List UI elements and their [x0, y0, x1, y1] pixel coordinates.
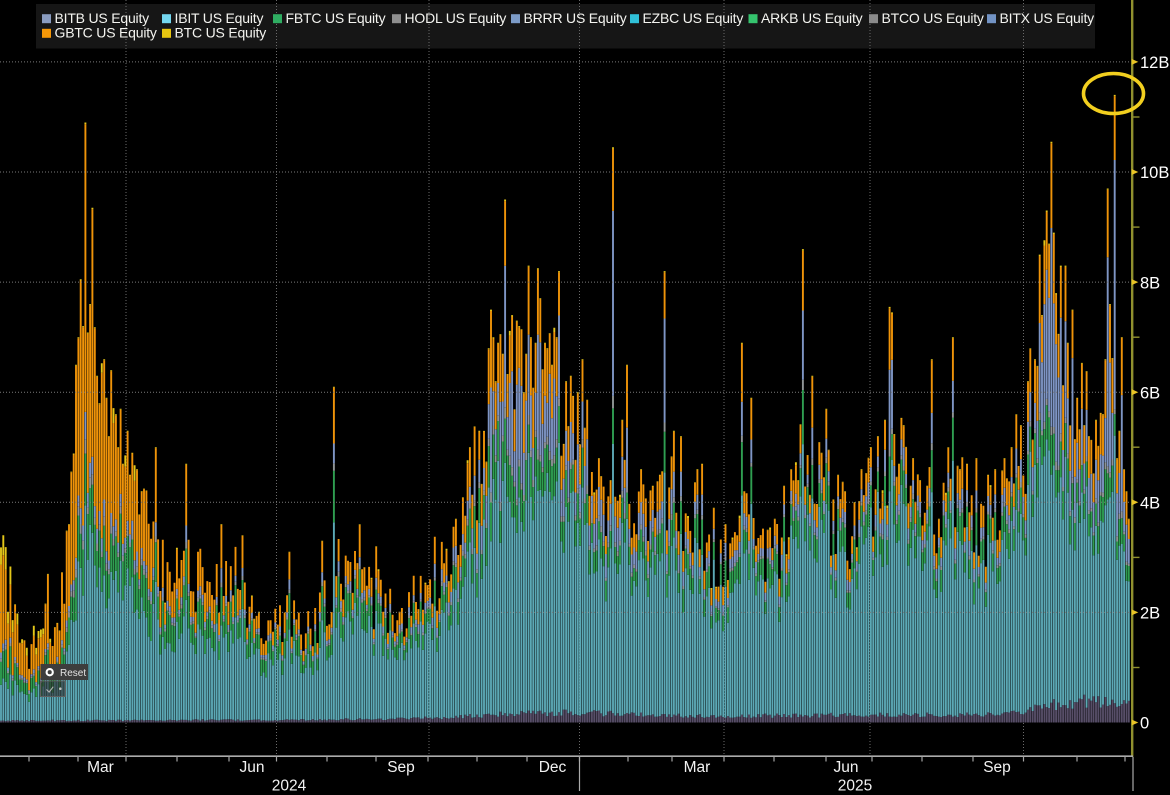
- svg-text:8B: 8B: [1140, 274, 1160, 292]
- svg-text:6B: 6B: [1140, 384, 1160, 402]
- svg-text:10B: 10B: [1140, 164, 1169, 182]
- svg-text:Jun: Jun: [834, 759, 859, 776]
- svg-text:0: 0: [1140, 715, 1149, 733]
- svg-text:BTCO US Equity: BTCO US Equity: [882, 10, 984, 26]
- svg-text:BITX US Equity: BITX US Equity: [1000, 10, 1095, 26]
- svg-text:HODL US Equity: HODL US Equity: [405, 10, 507, 26]
- svg-text:Sep: Sep: [387, 759, 415, 776]
- svg-text:FBTC US Equity: FBTC US Equity: [286, 10, 386, 26]
- svg-text:BTC US Equity: BTC US Equity: [175, 25, 267, 41]
- svg-text:Jun: Jun: [240, 759, 265, 776]
- svg-text:Mar: Mar: [87, 759, 114, 776]
- svg-text:2024: 2024: [272, 778, 307, 795]
- svg-text:Dec: Dec: [539, 759, 567, 776]
- svg-text:2025: 2025: [838, 778, 872, 795]
- svg-text:Sep: Sep: [983, 759, 1011, 776]
- svg-text:Reset: Reset: [60, 668, 86, 679]
- svg-text:12B: 12B: [1140, 54, 1169, 72]
- svg-text:ARKB US Equity: ARKB US Equity: [761, 10, 863, 26]
- svg-text:Mar: Mar: [684, 759, 711, 776]
- svg-text:BRRR US Equity: BRRR US Equity: [524, 10, 627, 26]
- svg-text:2B: 2B: [1140, 605, 1160, 623]
- svg-text:EZBC US Equity: EZBC US Equity: [643, 10, 744, 26]
- svg-text:GBTC US Equity: GBTC US Equity: [55, 25, 157, 41]
- svg-text:4B: 4B: [1140, 495, 1160, 513]
